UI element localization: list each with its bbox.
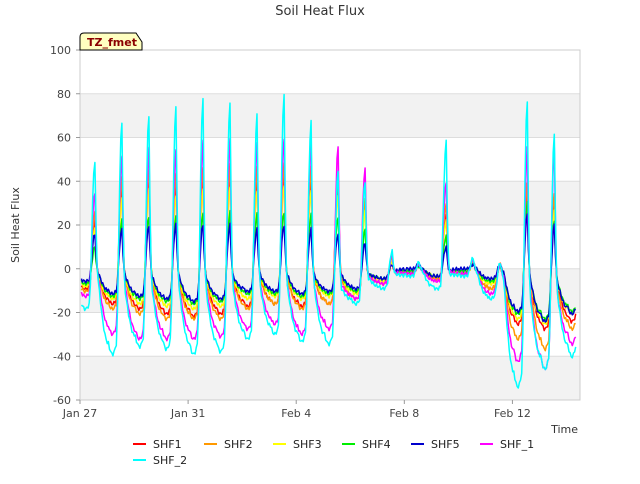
legend-label: SHF5 [431, 438, 460, 451]
station-badge: TZ_fmet [79, 32, 143, 51]
legend-label: SHF1 [153, 438, 182, 451]
y-tick-label: 20 [57, 219, 71, 232]
legend-item-shf5: SHF5 [411, 438, 460, 451]
badge-label: TZ_fmet [87, 36, 137, 49]
legend-label: SHF4 [362, 438, 391, 451]
y-axis-ticks: -60 -40 -20 0 20 40 60 80 100 [50, 44, 80, 407]
y-tick-label: -60 [53, 394, 71, 407]
legend-item-shf2: SHF2 [204, 438, 253, 451]
x-axis-ticks: Jan 27 Jan 31 Feb 4 Feb 8 Feb 12 [62, 400, 531, 420]
legend-item-shf1: SHF1 [133, 438, 182, 451]
x-tick-label: Feb 4 [281, 407, 311, 420]
x-tick-label: Feb 12 [494, 407, 531, 420]
y-tick-label: -20 [53, 307, 71, 320]
legend-item-shf-2: SHF_2 [133, 454, 187, 467]
y-tick-label: 60 [57, 132, 71, 145]
legend-label: SHF3 [293, 438, 322, 451]
legend-label: SHF_1 [500, 438, 534, 451]
legend-label: SHF_2 [153, 454, 187, 467]
y-axis-title: Soil Heat Flux [9, 187, 22, 263]
x-tick-label: Jan 31 [170, 407, 205, 420]
legend-item-shf-1: SHF_1 [480, 438, 534, 451]
grid-band [80, 181, 580, 225]
legend-item-shf3: SHF3 [273, 438, 322, 451]
soil-heat-flux-chart: Soil Heat Flux -60 -40 -20 0 20 40 60 80 100 Jan… [9, 4, 581, 467]
grid-band [80, 93, 580, 138]
y-tick-label: -40 [53, 350, 71, 363]
legend: SHF1 SHF2 SHF3 SHF4 SHF5 SHF_1 SHF_2 [133, 438, 534, 467]
x-tick-label: Feb 8 [389, 407, 419, 420]
legend-item-shf4: SHF4 [342, 438, 391, 451]
y-tick-label: 80 [57, 88, 71, 101]
y-tick-label: 0 [64, 263, 71, 276]
x-axis-title: Time [550, 423, 578, 436]
y-tick-label: 100 [50, 44, 71, 57]
y-tick-label: 40 [57, 175, 71, 188]
x-tick-label: Jan 27 [62, 407, 97, 420]
grid-band [80, 356, 580, 400]
chart-title: Soil Heat Flux [275, 4, 365, 19]
legend-label: SHF2 [224, 438, 253, 451]
